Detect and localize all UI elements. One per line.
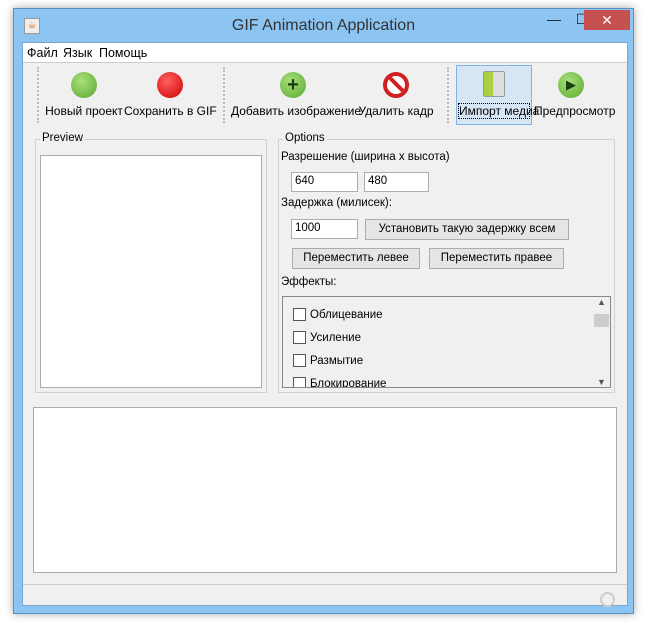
close-button[interactable]: ✕ <box>584 10 630 30</box>
effect-item[interactable]: Усиление <box>293 331 361 344</box>
import-media-button[interactable]: Импорт медиа <box>456 65 540 125</box>
button-label: Предпросмотр <box>534 104 616 118</box>
move-left-button[interactable]: Переместить левее <box>292 248 420 269</box>
busy-indicator-icon <box>600 592 615 607</box>
preview-title: Preview <box>40 132 85 144</box>
resolution-label: Разрешение (ширина x высота) <box>281 151 450 163</box>
new-project-button[interactable]: Новый проект <box>45 67 123 123</box>
preview-canvas <box>40 155 262 388</box>
effect-item[interactable]: Размытие <box>293 354 363 367</box>
set-delay-all-button[interactable]: Установить такую задержку всем <box>365 219 569 240</box>
move-right-button[interactable]: Переместить правее <box>429 248 564 269</box>
green-circle-icon <box>71 72 97 98</box>
add-image-button[interactable]: + Добавить изображение <box>231 67 362 123</box>
toolbar-separator <box>447 67 449 123</box>
client-area: Файл Язык Помощь Новый проект Сохранить … <box>22 42 628 607</box>
scroll-up-icon[interactable]: ▲ <box>597 297 606 307</box>
button-label: Импорт медиа <box>458 103 540 119</box>
checkbox[interactable] <box>293 377 306 387</box>
effect-label: Блокирование <box>310 377 387 388</box>
play-icon: ▶ <box>558 72 584 98</box>
toolbar-separator <box>37 67 39 123</box>
menu-help[interactable]: Помощь <box>99 46 147 60</box>
effects-list: Облицевание Усиление Размытие Блокирован… <box>282 296 611 388</box>
scroll-down-icon[interactable]: ▼ <box>597 377 606 387</box>
checkbox[interactable] <box>293 354 306 367</box>
frames-panel <box>33 407 617 573</box>
menu-bar: Файл Язык Помощь <box>23 43 627 63</box>
preview-group: Preview <box>35 132 267 393</box>
effect-label: Усиление <box>310 331 361 344</box>
checkbox[interactable] <box>293 331 306 344</box>
scrollbar[interactable]: ▲ ▼ <box>593 297 610 387</box>
effect-label: Размытие <box>310 354 364 367</box>
save-gif-button[interactable]: Сохранить в GIF <box>124 67 217 123</box>
button-label: Добавить изображение <box>231 104 362 118</box>
scroll-thumb[interactable] <box>594 314 609 327</box>
app-window: ☕ GIF Animation Application — ☐ ✕ Файл Я… <box>13 8 634 614</box>
toolbar-separator <box>223 67 225 123</box>
options-title: Options <box>283 132 327 144</box>
red-circle-icon <box>157 72 183 98</box>
menu-file[interactable]: Файл <box>27 46 58 60</box>
delete-frame-button[interactable]: Удалить кадр <box>357 67 435 123</box>
options-group: Options Разрешение (ширина x высота) 640… <box>278 132 615 393</box>
minimize-button[interactable]: — <box>540 9 568 31</box>
preview-button[interactable]: ▶ Предпросмотр <box>534 67 616 123</box>
button-label: Новый проект <box>45 104 123 118</box>
delay-input[interactable]: 1000 <box>291 219 358 239</box>
add-icon: + <box>280 72 306 98</box>
import-media-icon <box>483 71 505 97</box>
effect-label: Облицевание <box>310 308 383 321</box>
status-divider <box>23 584 627 585</box>
width-input[interactable]: 640 <box>291 172 358 192</box>
delay-label: Задержка (милисек): <box>281 197 392 209</box>
button-label: Сохранить в GIF <box>124 104 217 118</box>
menu-language[interactable]: Язык <box>63 46 92 60</box>
checkbox[interactable] <box>293 308 306 321</box>
effect-item[interactable]: Облицевание <box>293 308 383 321</box>
button-label: Удалить кадр <box>358 104 434 118</box>
height-input[interactable]: 480 <box>364 172 429 192</box>
no-entry-icon <box>383 72 409 98</box>
effects-label: Эффекты: <box>281 276 337 288</box>
effect-item[interactable]: Блокирование <box>293 377 387 388</box>
